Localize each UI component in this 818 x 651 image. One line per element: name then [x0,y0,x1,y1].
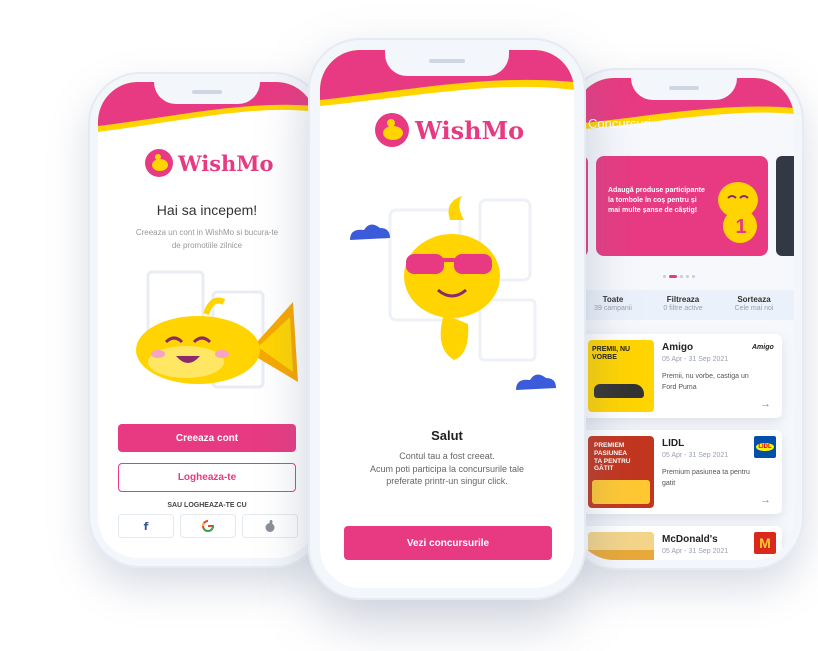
create-account-button[interactable]: Creeaza cont [118,424,296,452]
happy-fish-illustration [136,270,298,389]
campaign-title: Amigo [662,342,694,353]
left-heading: Hai sa incepem! [156,202,258,218]
pagination-dot[interactable] [686,275,689,278]
right-phone: Concursuri Adaugă produse participante l… [564,68,804,570]
filter-tab[interactable]: Filtreaza 0 filtre active [648,295,718,312]
welcome-title: Salut [431,428,463,443]
sort-tab-value: Cele mai noi [734,305,774,312]
promo-banner-text: Adaugă produse participante la tombole î… [608,187,705,214]
amigo-logo: Amigo [752,344,774,351]
left-speaker [192,90,222,94]
promo-banner[interactable]: Adaugă produse participante la tombole î… [596,156,768,256]
mascot-sunglasses-illustration [350,196,556,390]
sort-tab[interactable]: Sorteaza Cele mai noi [718,295,790,312]
promo-badge-number: 1 [735,216,747,238]
campaign-card-lidl[interactable]: PREMIEM PASIUNEA TA PENTRU GĂTIT LIDL 05… [582,430,782,514]
filter-tab-title: Filtreaza [666,295,700,304]
campaign-card-amigo[interactable]: PREMII, NU VORBE Amigo 05 Apr - 31 Sep 2… [582,334,782,418]
facebook-login-button[interactable]: f [118,514,174,538]
filter-bar: Toate 39 campanii Filtreaza 0 filtre act… [574,290,794,320]
all-tab-title: Toate [602,295,624,304]
google-login-button[interactable] [180,514,236,538]
next-banner-peek [776,156,794,256]
campaign-date: 05 Apr - 31 Sep 2021 [662,548,729,555]
center-screen: WishMo Salut Contul tau a fost creeat. A… [320,50,574,588]
lidl-logo-text: LIDL [756,443,774,451]
mcdonalds-logo-text: M [759,535,771,551]
campaign-title: McDonald's [662,534,718,545]
campaign-card-mcdonalds[interactable]: McDonald's 05 Apr - 31 Sep 2021 M [582,526,782,560]
pagination-dot[interactable] [663,275,666,278]
right-speaker [669,86,699,90]
fish-logo-icon [145,149,173,177]
concursuri-title: Concursuri [588,116,651,131]
arrow-right-icon[interactable]: → [760,398,771,410]
mcdonalds-logo: M [754,532,776,554]
pagination-dot[interactable] [680,275,683,278]
carousel-pagination [663,275,695,278]
arrow-right-icon[interactable]: → [760,494,771,506]
center-phone: WishMo Salut Contul tau a fost creeat. A… [308,38,586,600]
campaign-title: LIDL [662,438,685,449]
fish-logo-icon [375,113,409,147]
brand-name: WishMo [178,150,274,176]
thumbnail-text: PREMIEM PASIUNEA TA PENTRU GĂTIT [594,442,631,473]
google-icon [202,520,214,532]
campaign-thumbnail [588,532,654,560]
left-subtitle: Creeaza un cont in WishMo si bucura-te d… [135,228,279,250]
view-contests-button[interactable]: Vezi concursurile [344,526,552,560]
campaign-thumbnail: PREMIEM PASIUNEA TA PENTRU GĂTIT [588,436,654,508]
campaign-description: Premium pasiunea ta pentru gatit [662,469,750,487]
right-screen: Concursuri Adaugă produse participante l… [574,78,794,560]
campaign-description: Premii, nu vorbe, castiga un Ford Puma [662,373,749,391]
wishmo-logo: WishMo [374,112,524,148]
brand-name: WishMo [415,115,525,145]
campaign-date: 05 Apr - 31 Sep 2021 [662,452,729,459]
wishmo-logo: WishMo [144,148,274,178]
apple-icon [265,520,275,532]
all-tab-count: 39 campanii [594,305,632,312]
left-phone: WishMo Hai sa incepem! Creeaza un cont i… [88,72,326,568]
login-button[interactable]: Logheaza-te [118,463,296,492]
center-speaker [429,59,465,63]
center-notch [385,50,509,76]
all-campaigns-tab[interactable]: Toate 39 campanii [578,295,648,312]
lidl-logo: LIDL [754,436,776,458]
pagination-dot[interactable] [692,275,695,278]
apple-login-button[interactable] [242,514,298,538]
facebook-icon: f [143,519,149,533]
left-screen: WishMo Hai sa incepem! Creeaza un cont i… [98,82,316,558]
campaign-thumbnail: PREMII, NU VORBE [588,340,654,412]
welcome-message: Contul tau a fost creeat. Acum poti part… [369,451,525,487]
filter-tab-count: 0 filtre active [663,305,703,312]
campaign-date: 05 Apr - 31 Sep 2021 [662,356,729,363]
pagination-dot-active[interactable] [669,275,677,278]
sort-tab-title: Sorteaza [737,295,771,304]
or-login-with-label: SAU LOGHEAZA-TE CU [167,502,247,509]
thumbnail-text: PREMII, NU VORBE [592,346,631,362]
